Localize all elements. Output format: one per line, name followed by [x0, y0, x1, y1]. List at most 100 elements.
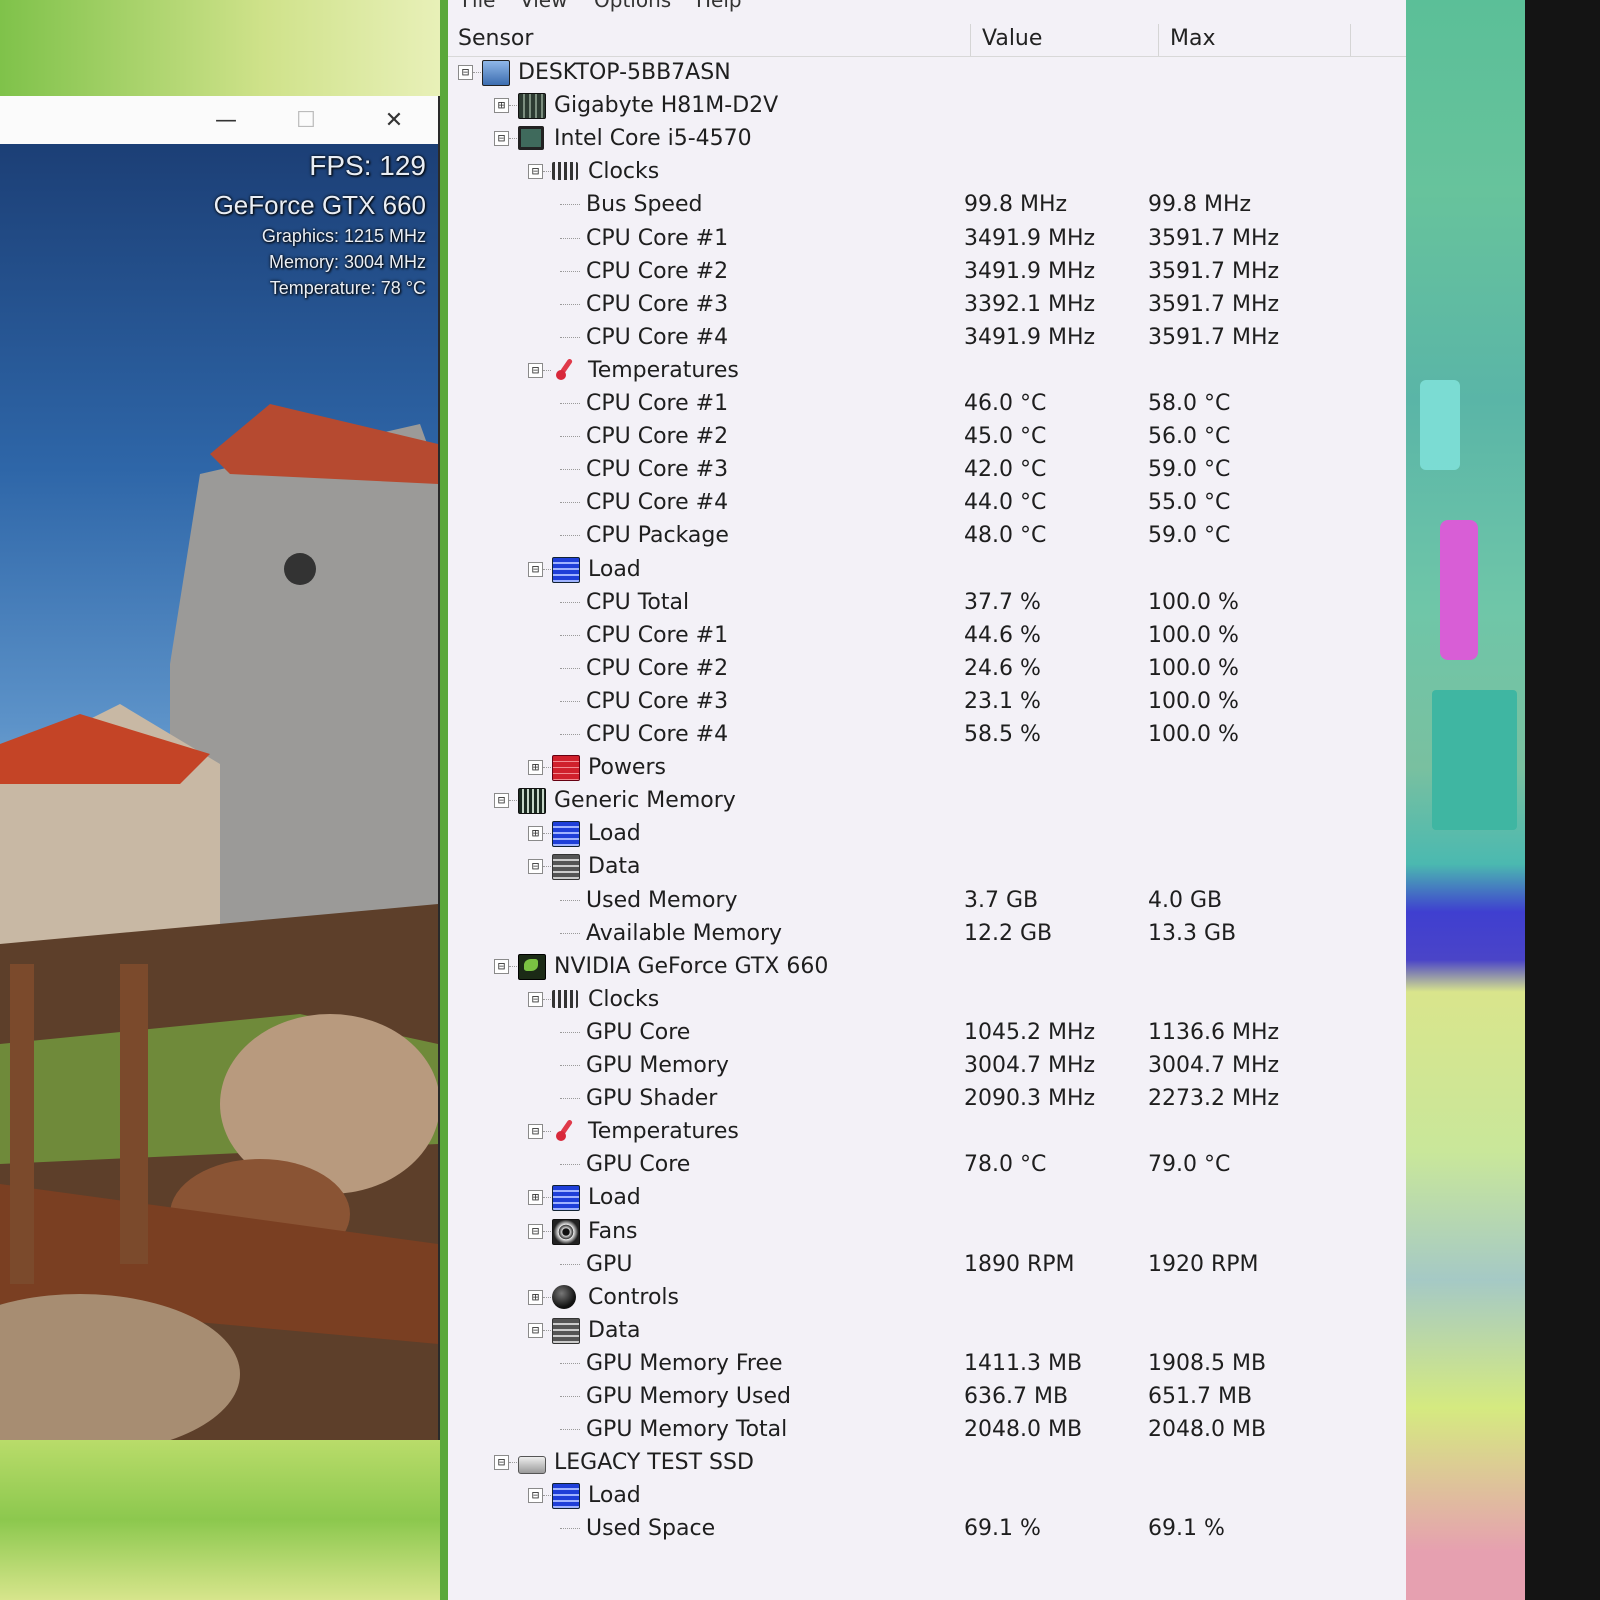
collapse-toggle[interactable]: ⊟: [494, 131, 509, 147]
tree-row[interactable]: CPU Core #2 3491.9 MHz 3591.7 MHz: [448, 255, 1406, 287]
tree-row[interactable]: GPU Shader 2090.3 MHz 2273.2 MHz: [448, 1082, 1406, 1114]
tree-connector: [560, 1362, 580, 1364]
tree-row[interactable]: CPU Core #1 3491.9 MHz 3591.7 MHz: [448, 222, 1406, 254]
column-divider[interactable]: [970, 24, 971, 56]
sensor-value: 1890 RPM: [964, 1251, 1075, 1277]
column-divider[interactable]: [1158, 24, 1159, 56]
tree-row[interactable]: CPU Core #4 44.0 °C 55.0 °C: [448, 486, 1406, 518]
tree-row[interactable]: ⊟ NVIDIA GeForce GTX 660: [448, 950, 1406, 982]
collapse-toggle[interactable]: ⊟: [528, 1124, 543, 1140]
menu-file[interactable]: File: [462, 0, 495, 12]
tree-row[interactable]: GPU Memory Used 636.7 MB 651.7 MB: [448, 1380, 1406, 1412]
tree-row[interactable]: CPU Core #4 3491.9 MHz 3591.7 MHz: [448, 321, 1406, 353]
tree-row[interactable]: CPU Package 48.0 °C 59.0 °C: [448, 519, 1406, 551]
sensor-tree[interactable]: ⊟ DESKTOP-5BB7ASN ⊞ Gigabyte H81M-D2V ⊟ Intel…: [448, 56, 1406, 1600]
collapse-toggle[interactable]: ⊟: [458, 65, 473, 80]
collapse-toggle[interactable]: ⊟: [528, 859, 543, 875]
tree-row[interactable]: Available Memory 12.2 GB 13.3 GB: [448, 917, 1406, 949]
tree-row[interactable]: Used Space 69.1 % 69.1 %: [448, 1512, 1406, 1544]
tree-row[interactable]: ⊞ Controls: [448, 1281, 1406, 1313]
sensor-value: 1411.3 MB: [964, 1350, 1083, 1376]
temperature-overlay: Temperature: 78 °C: [269, 278, 426, 298]
tree-connector: [543, 833, 551, 835]
tree-row[interactable]: ⊞ Load: [448, 1181, 1406, 1213]
tree-row[interactable]: ⊟ Load: [448, 1479, 1406, 1511]
tree-row[interactable]: CPU Total 37.7 % 100.0 %: [448, 586, 1406, 618]
sensor-max: 2048.0 MB: [1148, 1417, 1267, 1443]
collapse-toggle[interactable]: ⊟: [528, 991, 543, 1007]
sensor-max: 3591.7 MHz: [1148, 225, 1280, 251]
column-max[interactable]: Max: [1170, 26, 1215, 51]
tree-row[interactable]: Used Memory 3.7 GB 4.0 GB: [448, 884, 1406, 916]
tree-row[interactable]: ⊟ LEGACY TEST SSD: [448, 1446, 1406, 1478]
tree-row[interactable]: GPU 1890 RPM 1920 RPM: [448, 1248, 1406, 1280]
collapse-toggle[interactable]: ⊟: [528, 362, 543, 378]
tree-row[interactable]: ⊟ Load: [448, 553, 1406, 585]
collapse-toggle[interactable]: ⊟: [528, 1223, 543, 1239]
tree-row[interactable]: ⊟ Clocks: [448, 983, 1406, 1015]
tree-row[interactable]: CPU Core #3 3392.1 MHz 3591.7 MHz: [448, 288, 1406, 320]
tree-row[interactable]: CPU Core #1 46.0 °C 58.0 °C: [448, 387, 1406, 419]
tree-connector: [473, 72, 481, 73]
tree-row[interactable]: ⊟ Generic Memory: [448, 784, 1406, 816]
column-sensor[interactable]: Sensor: [458, 26, 533, 51]
tree-row[interactable]: ⊟ Intel Core i5-4570: [448, 122, 1406, 154]
tree-row[interactable]: GPU Memory Total 2048.0 MB 2048.0 MB: [448, 1413, 1406, 1445]
tree-row[interactable]: ⊟ Temperatures: [448, 354, 1406, 386]
collapse-toggle[interactable]: ⊟: [528, 561, 543, 577]
tree-row[interactable]: ⊞ Gigabyte H81M-D2V: [448, 89, 1406, 121]
tree-row[interactable]: ⊟ Data: [448, 1314, 1406, 1346]
sensor-label: Gigabyte H81M-D2V: [554, 93, 779, 119]
tree-row[interactable]: ⊟ DESKTOP-5BB7ASN: [448, 56, 1406, 88]
tree-row[interactable]: ⊞ Powers: [448, 751, 1406, 783]
collapse-toggle[interactable]: ⊟: [494, 793, 509, 809]
tree-row[interactable]: CPU Core #3 23.1 % 100.0 %: [448, 685, 1406, 717]
expand-toggle[interactable]: ⊞: [528, 1289, 543, 1305]
clock-icon: [552, 162, 578, 181]
expand-toggle[interactable]: ⊞: [528, 760, 543, 776]
tree-row[interactable]: CPU Core #2 45.0 °C 56.0 °C: [448, 420, 1406, 452]
tree-row[interactable]: ⊟ Temperatures: [448, 1115, 1406, 1147]
minimize-button[interactable]: —: [190, 96, 262, 144]
tree-row[interactable]: CPU Core #4 58.5 % 100.0 %: [448, 718, 1406, 750]
ram-icon: [518, 788, 546, 815]
maximize-button[interactable]: ☐: [270, 96, 342, 144]
tree-row[interactable]: CPU Core #3 42.0 °C 59.0 °C: [448, 453, 1406, 485]
tree-row[interactable]: ⊟ Clocks: [448, 155, 1406, 187]
expand-toggle[interactable]: ⊞: [528, 1190, 543, 1206]
tree-row[interactable]: ⊟ Fans: [448, 1215, 1406, 1247]
collapse-toggle[interactable]: ⊟: [528, 1322, 543, 1338]
sensor-value: 46.0 °C: [964, 391, 1047, 416]
collapse-toggle[interactable]: ⊟: [494, 958, 509, 974]
tree-connector: [560, 1396, 580, 1397]
sensor-value: 42.0 °C: [964, 457, 1047, 483]
sensor-value: 45.0 °C: [964, 424, 1047, 450]
collapse-toggle[interactable]: ⊟: [528, 164, 543, 180]
column-divider[interactable]: [1350, 24, 1351, 56]
menu-view[interactable]: View: [520, 0, 567, 12]
menu-help[interactable]: Help: [696, 0, 742, 12]
tree-row[interactable]: CPU Core #2 24.6 % 100.0 %: [448, 652, 1406, 684]
tree-row[interactable]: GPU Memory Free 1411.3 MB 1908.5 MB: [448, 1347, 1406, 1379]
tree-row[interactable]: ⊞ Load: [448, 817, 1406, 849]
sensor-label: Bus Speed: [586, 192, 703, 218]
tree-row[interactable]: GPU Core 78.0 °C 79.0 °C: [448, 1148, 1406, 1180]
expand-toggle[interactable]: ⊞: [494, 98, 509, 114]
sensor-max: 55.0 °C: [1148, 490, 1231, 516]
disk-icon: [518, 1456, 546, 1475]
expand-toggle[interactable]: ⊞: [528, 826, 543, 842]
column-value[interactable]: Value: [982, 26, 1042, 51]
tree-row[interactable]: GPU Memory 3004.7 MHz 3004.7 MHz: [448, 1049, 1406, 1081]
desktop-background: [0, 1440, 440, 1600]
menu-options[interactable]: Options: [594, 0, 671, 12]
temp-icon: [552, 358, 578, 382]
tree-row[interactable]: GPU Core 1045.2 MHz 1136.6 MHz: [448, 1016, 1406, 1048]
collapse-toggle[interactable]: ⊟: [494, 1455, 509, 1471]
game-render-view[interactable]: FPS: 129 GeForce GTX 660 Graphics: 1215 …: [0, 144, 438, 1440]
close-button[interactable]: ✕: [358, 96, 430, 144]
tree-row[interactable]: ⊟ Data: [448, 850, 1406, 882]
collapse-toggle[interactable]: ⊟: [528, 1488, 543, 1504]
tree-row[interactable]: Bus Speed 99.8 MHz 99.8 MHz: [448, 188, 1406, 220]
sensor-max: 3004.7 MHz: [1148, 1053, 1280, 1078]
tree-row[interactable]: CPU Core #1 44.6 % 100.0 %: [448, 619, 1406, 651]
